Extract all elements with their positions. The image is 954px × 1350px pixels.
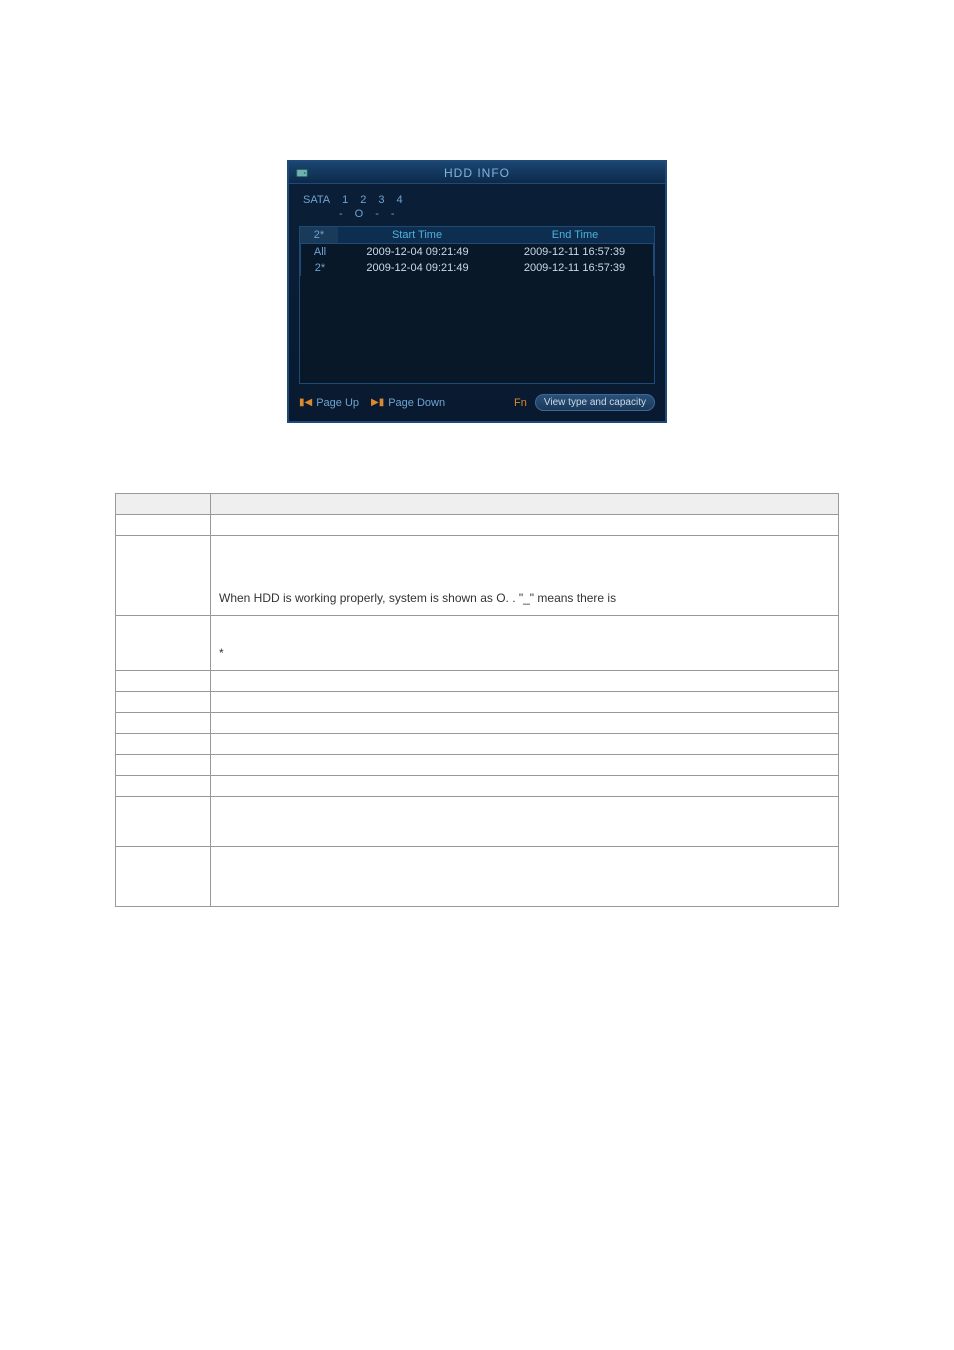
table-header-parameter — [116, 494, 211, 515]
table-row — [116, 847, 839, 907]
table-cell-param — [116, 671, 211, 692]
page-up-icon: ▮◀ — [299, 397, 312, 408]
table-row — [116, 755, 839, 776]
record-head-start: Start Time — [338, 227, 496, 243]
table-row: * — [116, 616, 839, 671]
sata-status-4: - — [391, 208, 395, 220]
record-row[interactable]: 2* 2009-12-04 09:21:49 2009-12-11 16:57:… — [300, 260, 654, 276]
table-cell-param — [116, 734, 211, 755]
sata-status-3: - — [375, 208, 379, 220]
view-type-capacity-button[interactable]: View type and capacity — [535, 394, 655, 411]
sata-status-1: - — [339, 208, 343, 220]
table-header-function — [211, 494, 839, 515]
sata-slot-4: 4 — [396, 194, 402, 206]
table-cell-func — [211, 692, 839, 713]
table-row — [116, 776, 839, 797]
table-cell-func: * — [211, 616, 839, 671]
table-cell-param — [116, 616, 211, 671]
page-up-button[interactable]: Page Up — [316, 397, 359, 409]
table-cell-func — [211, 797, 839, 847]
sata-status-row: - O - - — [299, 208, 655, 226]
record-head-end: End Time — [496, 227, 654, 243]
table-cell-func — [211, 734, 839, 755]
sata-slot-2: 2 — [360, 194, 366, 206]
sata-slot-row: SATA 1 2 3 4 — [299, 190, 655, 208]
sata-slot-3: 3 — [378, 194, 384, 206]
table-row — [116, 734, 839, 755]
table-cell-func: When HDD is working properly, system is … — [211, 536, 839, 616]
table-cell-param — [116, 536, 211, 616]
record-table: 2* Start Time End Time All 2009-12-04 09… — [299, 226, 655, 384]
table-cell-func — [211, 713, 839, 734]
table-cell-param — [116, 847, 211, 907]
table-cell-func — [211, 671, 839, 692]
record-table-body: All 2009-12-04 09:21:49 2009-12-11 16:57… — [299, 244, 655, 384]
table-cell-func — [211, 847, 839, 907]
record-row-id: All — [301, 244, 339, 260]
dialog-footer: ▮◀ Page Up ▶▮ Page Down Fn View type and… — [299, 384, 655, 411]
table-header-row — [116, 494, 839, 515]
table-cell-func — [211, 515, 839, 536]
table-row: When HDD is working properly, system is … — [116, 536, 839, 616]
table-row — [116, 692, 839, 713]
page-down-icon: ▶▮ — [371, 397, 384, 408]
table-cell-func — [211, 776, 839, 797]
table-cell-param — [116, 692, 211, 713]
table-row — [116, 713, 839, 734]
record-row-start: 2009-12-04 09:21:49 — [339, 244, 496, 260]
hdd-info-dialog: HDD INFO SATA 1 2 3 4 - O - - 2* Start T… — [287, 160, 667, 423]
sata-status-2: O — [355, 208, 364, 220]
table-cell-param — [116, 776, 211, 797]
table-row — [116, 797, 839, 847]
record-table-header: 2* Start Time End Time — [299, 226, 655, 244]
record-row-id: 2* — [301, 260, 339, 276]
sata-slot-1: 1 — [342, 194, 348, 206]
dialog-titlebar: HDD INFO — [289, 162, 665, 184]
table-cell-func — [211, 755, 839, 776]
record-row-end: 2009-12-11 16:57:39 — [496, 244, 653, 260]
dialog-title: HDD INFO — [289, 166, 665, 180]
table-cell-param — [116, 755, 211, 776]
table-cell-param — [116, 515, 211, 536]
table-cell-param — [116, 797, 211, 847]
table-row — [116, 515, 839, 536]
fn-label: Fn — [514, 397, 527, 409]
page-down-button[interactable]: Page Down — [388, 397, 445, 409]
record-row-end: 2009-12-11 16:57:39 — [496, 260, 653, 276]
sata-label: SATA — [303, 194, 330, 206]
parameter-table: When HDD is working properly, system is … — [115, 493, 839, 907]
table-row — [116, 671, 839, 692]
table-cell-param — [116, 713, 211, 734]
record-head-id: 2* — [300, 227, 338, 243]
record-row[interactable]: All 2009-12-04 09:21:49 2009-12-11 16:57… — [300, 244, 654, 260]
record-row-start: 2009-12-04 09:21:49 — [339, 260, 496, 276]
